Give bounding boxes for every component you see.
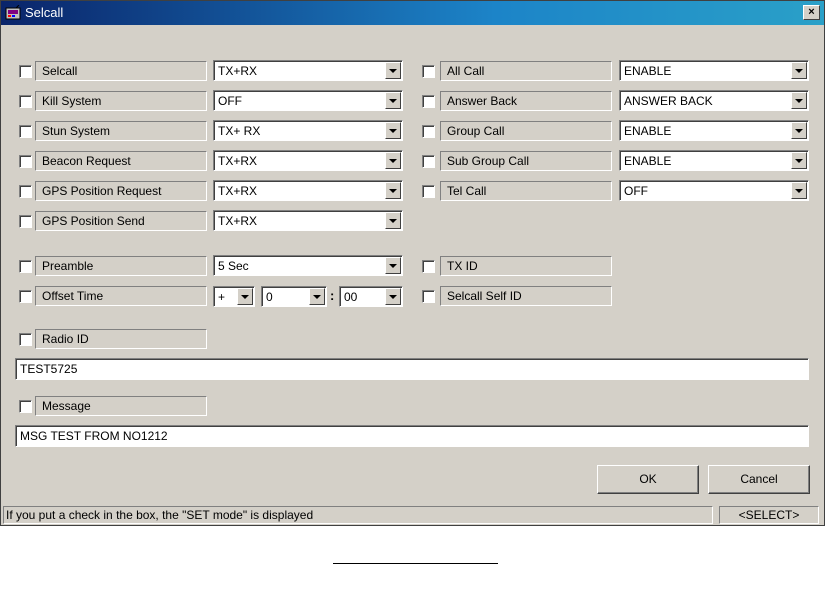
chevron-down-icon[interactable] [385, 122, 401, 139]
tel-call-value: OFF [624, 184, 648, 198]
ok-button[interactable]: OK [597, 465, 699, 494]
sub-group-call-checkbox[interactable] [422, 155, 435, 168]
tel-call-checkbox[interactable] [422, 185, 435, 198]
beacon-request-checkbox[interactable] [19, 155, 32, 168]
chevron-down-icon[interactable] [385, 152, 401, 169]
answer-back-label: Answer Back [440, 91, 612, 111]
chevron-down-icon[interactable] [385, 257, 401, 274]
group-call-dropdown[interactable]: ENABLE [619, 120, 809, 141]
gps-position-send-dropdown[interactable]: TX+RX [213, 210, 403, 231]
chevron-down-icon[interactable] [309, 288, 325, 305]
status-mode: <SELECT> [719, 506, 819, 524]
offset-hours-dropdown[interactable]: 0 [261, 286, 327, 307]
gps-position-send-checkbox[interactable] [19, 215, 32, 228]
selcall-self-id-label: Selcall Self ID [440, 286, 612, 306]
preamble-value: 5 Sec [218, 259, 249, 273]
gps-position-request-value: TX+RX [218, 184, 258, 198]
stun-system-checkbox[interactable] [19, 125, 32, 138]
offset-time-checkbox[interactable] [19, 290, 32, 303]
close-icon: × [808, 6, 815, 18]
sub-group-call-dropdown[interactable]: ENABLE [619, 150, 809, 171]
selcall-dialog: Selcall × Selcall TX+RX Kill System OFF … [0, 0, 825, 526]
stun-system-dropdown[interactable]: TX+ RX [213, 120, 403, 141]
message-checkbox[interactable] [19, 400, 32, 413]
tel-call-label: Tel Call [440, 181, 612, 201]
kill-system-dropdown[interactable]: OFF [213, 90, 403, 111]
sub-group-call-label: Sub Group Call [440, 151, 612, 171]
offset-sign-dropdown[interactable]: + [213, 286, 255, 307]
preamble-checkbox[interactable] [19, 260, 32, 273]
all-call-checkbox[interactable] [422, 65, 435, 78]
chevron-down-icon[interactable] [791, 92, 807, 109]
preamble-dropdown[interactable]: 5 Sec [213, 255, 403, 276]
selcall-self-id-checkbox[interactable] [422, 290, 435, 303]
offset-minutes-value: 00 [344, 290, 358, 304]
answer-back-checkbox[interactable] [422, 95, 435, 108]
time-separator: : [330, 288, 335, 303]
beacon-request-label: Beacon Request [35, 151, 207, 171]
title-bar[interactable]: Selcall × [1, 1, 824, 25]
status-hint: If you put a check in the box, the "SET … [3, 506, 713, 524]
selcall-value: TX+RX [218, 64, 258, 78]
chevron-down-icon[interactable] [791, 182, 807, 199]
stun-system-label: Stun System [35, 121, 207, 141]
gps-position-send-label: GPS Position Send [35, 211, 207, 231]
chevron-down-icon[interactable] [385, 62, 401, 79]
offset-time-label: Offset Time [35, 286, 207, 306]
radio-id-input[interactable]: TEST5725 [15, 358, 809, 380]
gps-position-request-label: GPS Position Request [35, 181, 207, 201]
offset-sign-value: + [218, 290, 226, 304]
kill-system-checkbox[interactable] [19, 95, 32, 108]
all-call-label: All Call [440, 61, 612, 81]
beacon-request-dropdown[interactable]: TX+RX [213, 150, 403, 171]
chevron-down-icon[interactable] [791, 62, 807, 79]
kill-system-label: Kill System [35, 91, 207, 111]
tx-id-checkbox[interactable] [422, 260, 435, 273]
kill-system-value: OFF [218, 94, 242, 108]
stun-system-value: TX+ RX [218, 124, 261, 138]
cancel-button[interactable]: Cancel [708, 465, 810, 494]
offset-hours-value: 0 [266, 290, 273, 304]
offset-minutes-dropdown[interactable]: 00 [339, 286, 403, 307]
chevron-down-icon[interactable] [791, 122, 807, 139]
all-call-dropdown[interactable]: ENABLE [619, 60, 809, 81]
radio-id-checkbox[interactable] [19, 333, 32, 346]
group-call-label: Group Call [440, 121, 612, 141]
gps-position-request-dropdown[interactable]: TX+RX [213, 180, 403, 201]
selcall-checkbox[interactable] [19, 65, 32, 78]
message-label: Message [35, 396, 207, 416]
answer-back-value: ANSWER BACK [624, 94, 713, 108]
all-call-value: ENABLE [624, 64, 672, 78]
window-title: Selcall [25, 5, 64, 20]
close-button[interactable]: × [803, 5, 820, 20]
beacon-request-value: TX+RX [218, 154, 258, 168]
answer-back-dropdown[interactable]: ANSWER BACK [619, 90, 809, 111]
radio-id-label: Radio ID [35, 329, 207, 349]
gps-position-request-checkbox[interactable] [19, 185, 32, 198]
chevron-down-icon[interactable] [791, 152, 807, 169]
chevron-down-icon[interactable] [385, 212, 401, 229]
gps-position-send-value: TX+RX [218, 214, 258, 228]
tel-call-dropdown[interactable]: OFF [619, 180, 809, 201]
chevron-down-icon[interactable] [385, 288, 401, 305]
selcall-dropdown[interactable]: TX+RX [213, 60, 403, 81]
chevron-down-icon[interactable] [385, 182, 401, 199]
group-call-value: ENABLE [624, 124, 672, 138]
message-input[interactable]: MSG TEST FROM NO1212 [15, 425, 809, 447]
group-call-checkbox[interactable] [422, 125, 435, 138]
sub-group-call-value: ENABLE [624, 154, 672, 168]
signature-line [333, 563, 498, 564]
radio-app-icon [5, 5, 21, 20]
chevron-down-icon[interactable] [385, 92, 401, 109]
chevron-down-icon[interactable] [237, 288, 253, 305]
tx-id-label: TX ID [440, 256, 612, 276]
selcall-label: Selcall [35, 61, 207, 81]
preamble-label: Preamble [35, 256, 207, 276]
